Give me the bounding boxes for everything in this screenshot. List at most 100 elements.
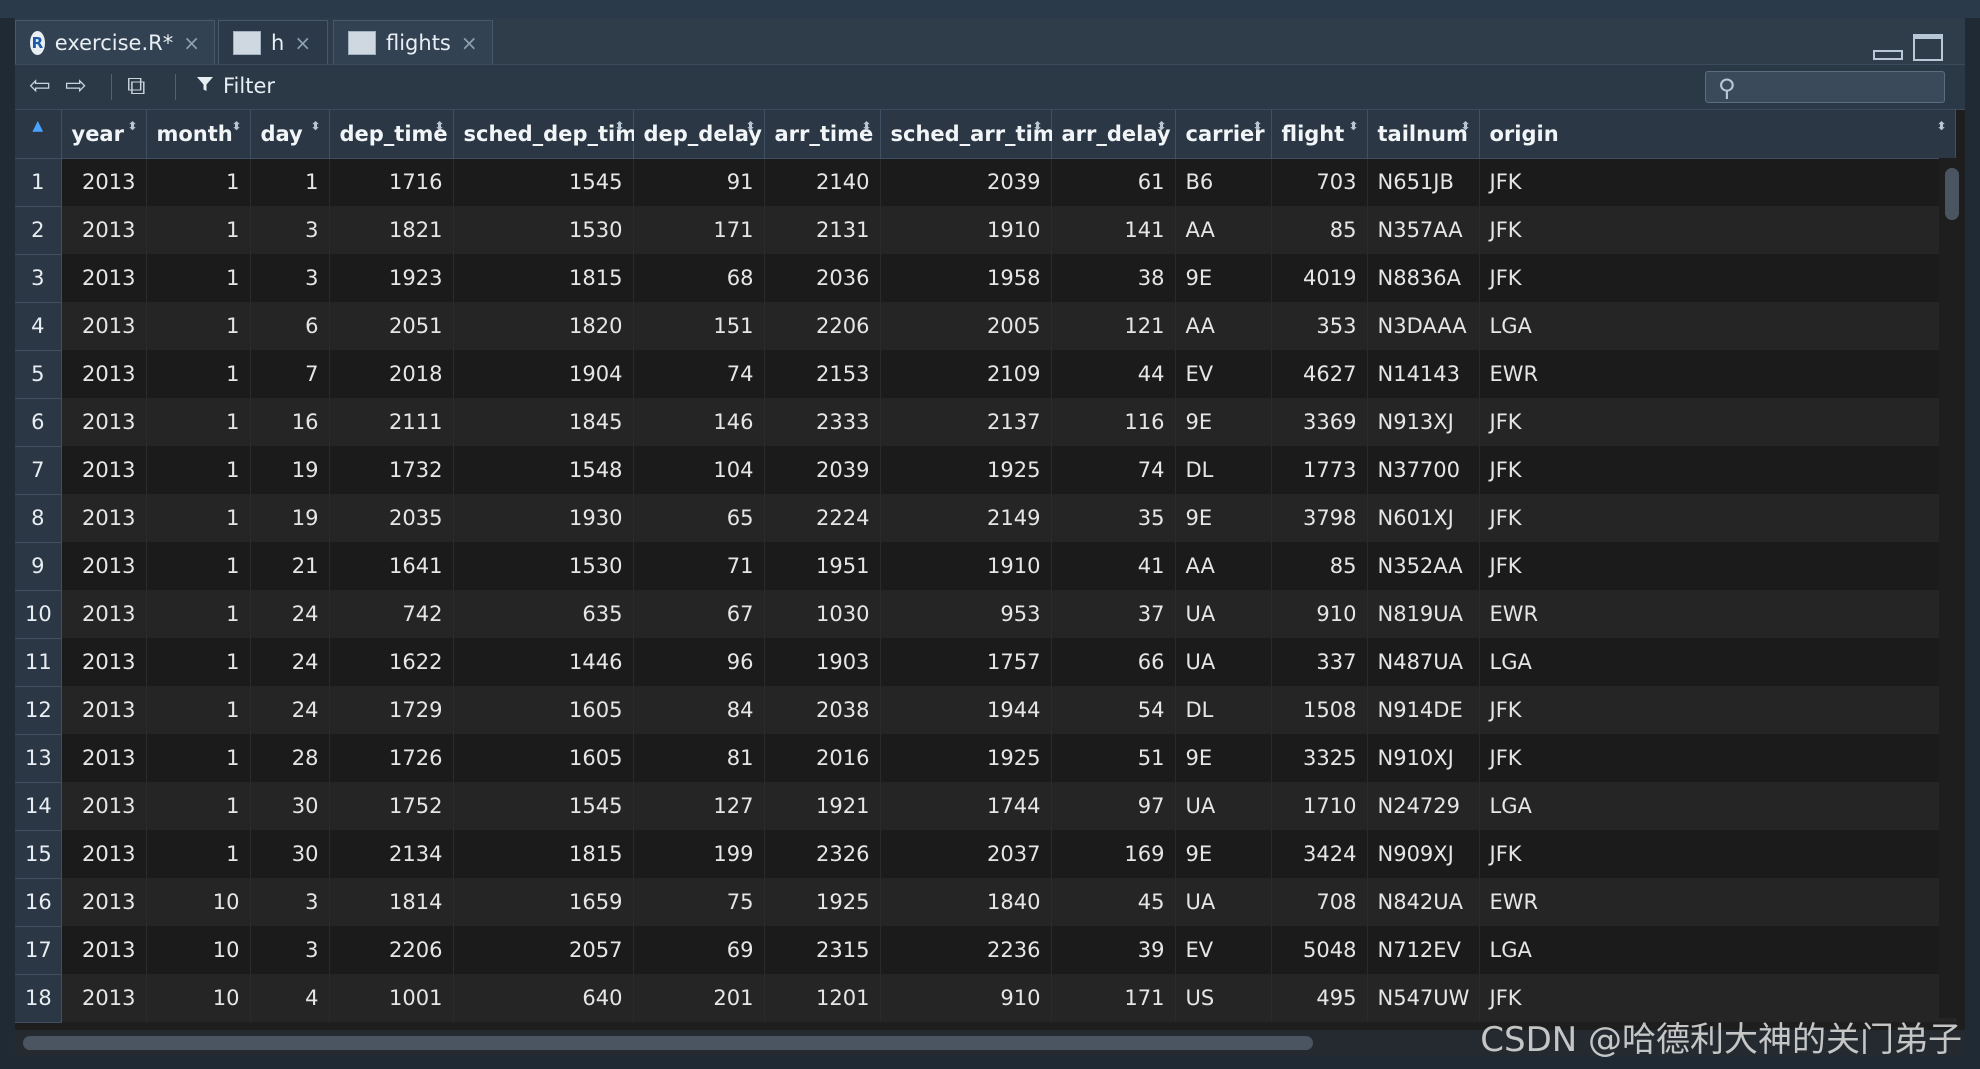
column-header-origin[interactable]: origin ⬍ [1479,110,1956,159]
table-cell-tailnum: N487UA [1367,638,1480,686]
table-cell-flight: 3325 [1271,734,1368,782]
row-index: 1 [15,158,62,207]
vertical-scrollbar[interactable] [1939,158,1965,1018]
table-cell-day: 21 [250,542,330,590]
table-cell-arr-time: 2039 [764,446,881,494]
table-row: 16 2013 10 3 1814 1659 75 1925 1840 45 UA 708 N842UA… [15,878,1956,927]
column-header-label: arr_delay [1061,121,1171,146]
table-cell-sched-dep-time: 1820 [453,302,634,350]
table-cell-tailnum: N910XJ [1367,734,1480,782]
column-header-dep-delay[interactable]: dep_delay ⬍ [633,110,765,159]
column-header-tailnum[interactable]: tailnum ⬍ [1367,110,1480,159]
horizontal-scroll-thumb[interactable] [23,1036,1313,1050]
table-cell-arr-delay: 171 [1051,974,1176,1022]
table-cell-carrier: 9E [1175,254,1272,302]
search-box[interactable]: ⚲ [1705,71,1945,103]
column-header-flight[interactable]: flight ⬍ [1271,110,1368,159]
table-cell-origin: JFK [1479,254,1956,302]
sort-toggle-icon[interactable]: ⬍ [231,120,241,132]
table-cell-sched-dep-time: 1605 [453,734,634,782]
column-header-dep-time[interactable]: dep_time ⬍ [329,110,454,159]
back-arrow-icon[interactable]: ⇦ [29,71,51,101]
column-header-carrier[interactable]: carrier ⬍ [1175,110,1272,159]
table-cell-sched-arr-time: 2109 [880,350,1052,398]
table-cell-dep-time: 2206 [329,926,454,974]
table-cell-sched-dep-time: 2057 [453,926,634,974]
row-index-header[interactable]: ▲ [15,110,62,159]
table-cell-year: 2013 [61,254,147,302]
table-cell-year: 2013 [61,686,147,734]
sort-toggle-icon[interactable]: ⬍ [127,120,137,132]
table-cell-arr-delay: 121 [1051,302,1176,350]
sort-toggle-icon[interactable]: ⬍ [1252,120,1262,132]
table-cell-month: 1 [146,686,251,734]
table-cell-sched-arr-time: 2137 [880,398,1052,446]
table-cell-carrier: US [1175,974,1272,1022]
table-cell-flight: 708 [1271,878,1368,926]
table-cell-month: 1 [146,830,251,878]
close-icon[interactable]: × [294,31,311,55]
data-viewer-toolbar: ⇦ ⇨ ⧉ Filter ⚲ [15,65,1965,110]
table-row: 14 2013 1 30 1752 1545 127 1921 1744 97 UA 1710 N247… [15,782,1956,831]
table-cell-sched-dep-time: 1930 [453,494,634,542]
sort-toggle-icon[interactable]: ⬍ [745,120,755,132]
table-cell-sched-arr-time: 910 [880,974,1052,1022]
popout-window-icon[interactable]: ⧉ [127,71,146,101]
vertical-scroll-thumb[interactable] [1945,168,1959,220]
close-icon[interactable]: × [461,31,478,55]
search-input[interactable] [1748,75,1938,101]
column-header-year[interactable]: year ⬍ [61,110,147,159]
maximize-pane-icon[interactable] [1913,34,1943,61]
sort-toggle-icon[interactable]: ⬍ [614,120,624,132]
sort-toggle-icon[interactable]: ⬍ [1460,120,1470,132]
tab-exercise-r[interactable]: R exercise.R* × [15,20,215,64]
sort-toggle-icon[interactable]: ⬍ [434,120,444,132]
table-cell-origin: JFK [1479,494,1956,542]
sort-toggle-icon[interactable]: ⬍ [310,120,320,132]
sort-toggle-icon[interactable]: ⬍ [1936,120,1946,132]
column-header-sched-arr-time[interactable]: sched_arr_time ⬍ [880,110,1069,159]
table-cell-sched-arr-time: 1925 [880,734,1052,782]
column-header-label: day [260,121,303,146]
table-cell-arr-time: 2036 [764,254,881,302]
table-cell-arr-time: 1925 [764,878,881,926]
table-cell-carrier: UA [1175,638,1272,686]
tab-flights[interactable]: flights × [333,20,493,64]
tab-label: flights [386,30,451,55]
column-header-day[interactable]: day ⬍ [250,110,330,159]
table-cell-day: 3 [250,926,330,974]
row-index: 3 [15,254,62,303]
table-cell-origin: JFK [1479,446,1956,494]
close-icon[interactable]: × [183,31,200,55]
sort-ascending-icon: ▲ [32,118,44,134]
sort-toggle-icon[interactable]: ⬍ [1032,120,1042,132]
table-cell-dep-delay: 104 [633,446,765,494]
minimize-pane-icon[interactable] [1873,50,1903,60]
table-cell-arr-time: 1201 [764,974,881,1022]
table-cell-sched-dep-time: 640 [453,974,634,1022]
table-cell-dep-time: 2035 [329,494,454,542]
table-cell-dep-time: 2051 [329,302,454,350]
column-header-sched-dep-time[interactable]: sched_dep_time ⬍ [453,110,651,159]
table-cell-flight: 85 [1271,206,1368,254]
sort-toggle-icon[interactable]: ⬍ [1156,120,1166,132]
table-cell-sched-arr-time: 2149 [880,494,1052,542]
column-header-arr-delay[interactable]: arr_delay ⬍ [1051,110,1176,159]
sort-toggle-icon[interactable]: ⬍ [861,120,871,132]
table-cell-flight: 3369 [1271,398,1368,446]
table-cell-origin: LGA [1479,302,1956,350]
table-row: 3 2013 1 3 1923 1815 68 2036 1958 38 9E 4019 N8836A J… [15,254,1956,303]
column-header-arr-time[interactable]: arr_time ⬍ [764,110,881,159]
table-cell-day: 3 [250,206,330,254]
column-header-month[interactable]: month ⬍ [146,110,251,159]
table-cell-day: 3 [250,254,330,302]
forward-arrow-icon[interactable]: ⇨ [65,71,87,101]
row-index: 6 [15,398,62,447]
filter-button[interactable]: Filter [195,71,275,101]
table-cell-day: 1 [250,158,330,206]
tab-h[interactable]: h × [218,20,328,64]
table-cell-year: 2013 [61,206,147,254]
table-cell-arr-delay: 39 [1051,926,1176,974]
table-cell-carrier: 9E [1175,734,1272,782]
sort-toggle-icon[interactable]: ⬍ [1348,120,1358,132]
